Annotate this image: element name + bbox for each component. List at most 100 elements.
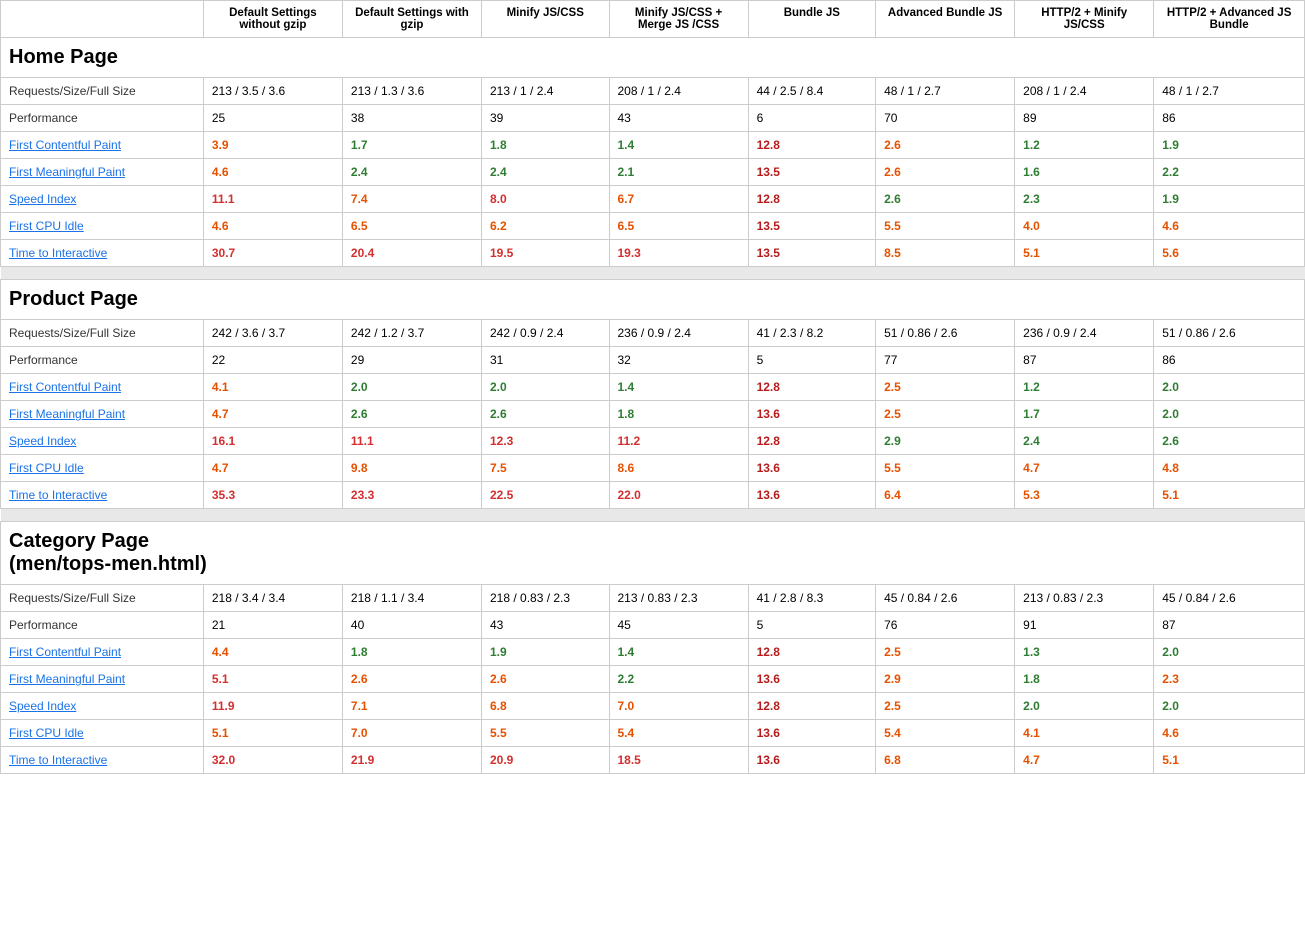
fmp-label-0[interactable]: First Meaningful Paint [1,159,204,186]
fcp-val-0-3: 1.4 [609,132,748,159]
fcp-val-1-1: 2.0 [342,374,481,401]
fci-val-0-4: 13.5 [748,213,876,240]
si-val-0-5: 2.6 [876,186,1015,213]
fcp-label-0[interactable]: First Contentful Paint [1,132,204,159]
fcp-label-2[interactable]: First Contentful Paint [1,639,204,666]
requests-val-1-3: 236 / 0.9 / 2.4 [609,320,748,347]
col-header-advanced-bundle: Advanced Bundle JS [876,1,1015,38]
requests-val-2-6: 213 / 0.83 / 2.3 [1015,585,1154,612]
si-val-1-3: 11.2 [609,428,748,455]
fci-link-0[interactable]: First CPU Idle [9,219,84,233]
fmp-val-2-2: 2.6 [482,666,610,693]
si-val-2-5: 2.5 [876,693,1015,720]
tti-val-2-5: 6.8 [876,747,1015,774]
requests-val-2-3: 213 / 0.83 / 2.3 [609,585,748,612]
si-val-2-6: 2.0 [1015,693,1154,720]
fci-link-2[interactable]: First CPU Idle [9,726,84,740]
fci-val-0-6: 4.0 [1015,213,1154,240]
fci-label-2[interactable]: First CPU Idle [1,720,204,747]
performance-val-0-2: 39 [482,105,610,132]
performance-label-2: Performance [1,612,204,639]
performance-val-1-7: 86 [1154,347,1305,374]
col-header-default-no-gzip: Default Settings without gzip [203,1,342,38]
tti-link-0[interactable]: Time to Interactive [9,246,107,260]
performance-val-0-5: 70 [876,105,1015,132]
requests-val-0-2: 213 / 1 / 2.4 [482,78,610,105]
section-divider-0 [1,267,1305,280]
fmp-label-2[interactable]: First Meaningful Paint [1,666,204,693]
fcp-val-1-0: 4.1 [203,374,342,401]
tti-val-0-1: 20.4 [342,240,481,267]
requests-val-0-3: 208 / 1 / 2.4 [609,78,748,105]
fmp-val-2-7: 2.3 [1154,666,1305,693]
si-val-0-1: 7.4 [342,186,481,213]
fmp-val-1-5: 2.5 [876,401,1015,428]
performance-val-1-2: 31 [482,347,610,374]
performance-val-2-0: 21 [203,612,342,639]
si-link-2[interactable]: Speed Index [9,699,76,713]
si-label-1[interactable]: Speed Index [1,428,204,455]
si-val-2-2: 6.8 [482,693,610,720]
fmp-val-0-4: 13.5 [748,159,876,186]
tti-label-1[interactable]: Time to Interactive [1,482,204,509]
tti-val-0-0: 30.7 [203,240,342,267]
tti-val-1-4: 13.6 [748,482,876,509]
requests-val-1-0: 242 / 3.6 / 3.7 [203,320,342,347]
fci-val-1-1: 9.8 [342,455,481,482]
fci-label-0[interactable]: First CPU Idle [1,213,204,240]
fmp-link-2[interactable]: First Meaningful Paint [9,672,125,686]
requests-label-1: Requests/Size/Full Size [1,320,204,347]
fmp-link-1[interactable]: First Meaningful Paint [9,407,125,421]
si-val-0-6: 2.3 [1015,186,1154,213]
fcp-val-2-5: 2.5 [876,639,1015,666]
tti-val-2-2: 20.9 [482,747,610,774]
tti-val-2-7: 5.1 [1154,747,1305,774]
si-val-0-2: 8.0 [482,186,610,213]
performance-table: Default Settings without gzip Default Se… [0,0,1305,774]
fcp-link-0[interactable]: First Contentful Paint [9,138,121,152]
fmp-val-2-1: 2.6 [342,666,481,693]
si-val-1-2: 12.3 [482,428,610,455]
fcp-label-1[interactable]: First Contentful Paint [1,374,204,401]
fmp-val-2-5: 2.9 [876,666,1015,693]
requests-val-0-4: 44 / 2.5 / 8.4 [748,78,876,105]
requests-val-1-7: 51 / 0.86 / 2.6 [1154,320,1305,347]
fcp-val-0-0: 3.9 [203,132,342,159]
fmp-val-0-2: 2.4 [482,159,610,186]
tti-label-0[interactable]: Time to Interactive [1,240,204,267]
fmp-label-1[interactable]: First Meaningful Paint [1,401,204,428]
fcp-val-2-7: 2.0 [1154,639,1305,666]
performance-val-1-3: 32 [609,347,748,374]
fci-label-1[interactable]: First CPU Idle [1,455,204,482]
performance-val-0-4: 6 [748,105,876,132]
col-header-minify: Minify JS/CSS [482,1,610,38]
performance-val-1-1: 29 [342,347,481,374]
tti-val-0-5: 8.5 [876,240,1015,267]
si-label-2[interactable]: Speed Index [1,693,204,720]
requests-val-1-1: 242 / 1.2 / 3.7 [342,320,481,347]
si-label-0[interactable]: Speed Index [1,186,204,213]
fcp-link-2[interactable]: First Contentful Paint [9,645,121,659]
fcp-val-2-1: 1.8 [342,639,481,666]
tti-val-1-1: 23.3 [342,482,481,509]
tti-link-2[interactable]: Time to Interactive [9,753,107,767]
fmp-val-0-7: 2.2 [1154,159,1305,186]
si-link-1[interactable]: Speed Index [9,434,76,448]
fci-val-0-2: 6.2 [482,213,610,240]
col-header-http2-minify: HTTP/2 + Minify JS/CSS [1015,1,1154,38]
tti-label-2[interactable]: Time to Interactive [1,747,204,774]
performance-label-1: Performance [1,347,204,374]
requests-val-1-5: 51 / 0.86 / 2.6 [876,320,1015,347]
requests-val-2-2: 218 / 0.83 / 2.3 [482,585,610,612]
tti-link-1[interactable]: Time to Interactive [9,488,107,502]
fcp-link-1[interactable]: First Contentful Paint [9,380,121,394]
si-link-0[interactable]: Speed Index [9,192,76,206]
fci-link-1[interactable]: First CPU Idle [9,461,84,475]
fmp-link-0[interactable]: First Meaningful Paint [9,165,125,179]
fci-val-2-2: 5.5 [482,720,610,747]
performance-val-2-6: 91 [1015,612,1154,639]
performance-val-2-7: 87 [1154,612,1305,639]
fcp-val-0-6: 1.2 [1015,132,1154,159]
performance-label-0: Performance [1,105,204,132]
fmp-val-1-7: 2.0 [1154,401,1305,428]
